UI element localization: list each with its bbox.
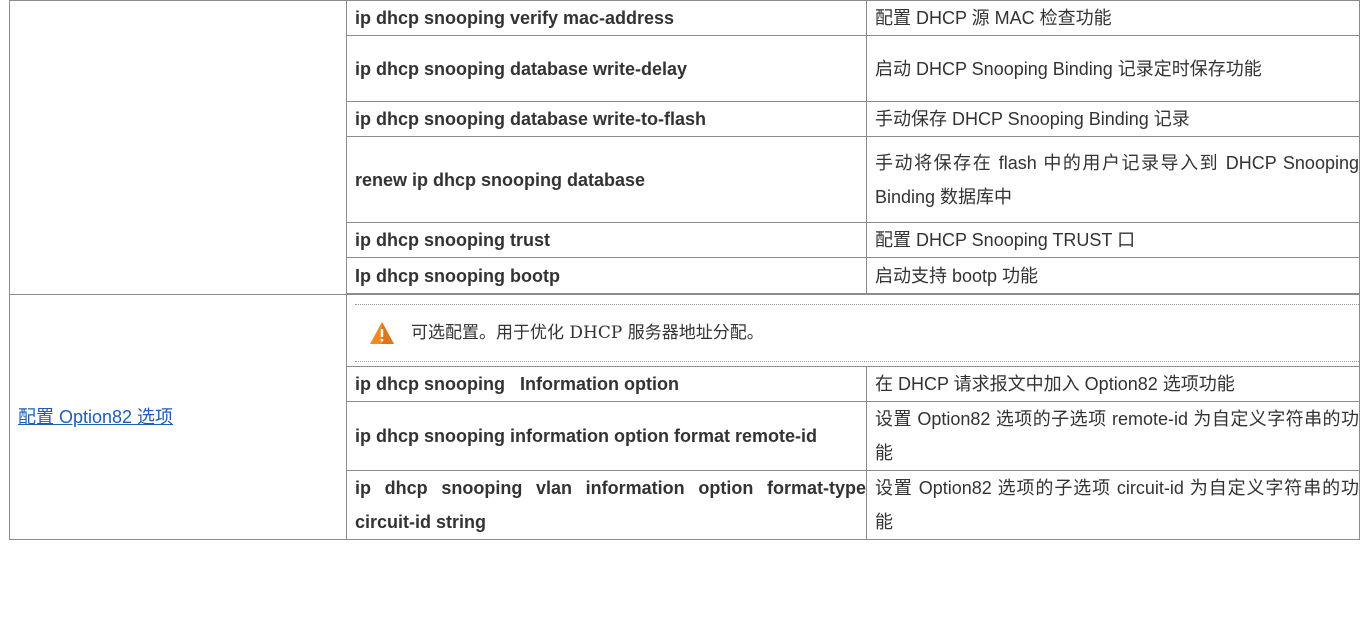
- note-text: 可选配置。用于优化 DHCP 服务器地址分配。: [411, 322, 764, 343]
- command-cell: ip dhcp snooping database write-to-flash: [346, 101, 867, 137]
- command-cell: ip dhcp snooping Information option: [346, 366, 867, 402]
- optional-config-note: 可选配置。用于优化 DHCP 服务器地址分配。: [355, 303, 1359, 362]
- description-cell: 配置 DHCP 源 MAC 检查功能: [866, 0, 1360, 36]
- description-cell: 设置 Option82 选项的子选项 remote-id 为自定义字符串的功能: [866, 401, 1360, 471]
- description-cell: 手动将保存在 flash 中的用户记录导入到 DHCP Snooping Bin…: [866, 136, 1360, 223]
- note-cell: 可选配置。用于优化 DHCP 服务器地址分配。: [346, 294, 1360, 367]
- command-cell: Ip dhcp snooping bootp: [346, 257, 867, 294]
- description-cell: 配置 DHCP Snooping TRUST 口: [866, 222, 1360, 258]
- command-table: ip dhcp snooping verify mac-address 配置 D…: [9, 0, 1360, 540]
- warning-triangle-icon: [369, 321, 395, 345]
- command-cell: renew ip dhcp snooping database: [346, 136, 867, 223]
- command-cell: ip dhcp snooping information option form…: [346, 401, 867, 471]
- description-cell: 启动 DHCP Snooping Binding 记录定时保存功能: [866, 35, 1360, 102]
- table-row: 配置 Option82 选项 可选配置。用于优化 DHCP 服务器地址分配。: [9, 294, 1360, 540]
- command-cell: ip dhcp snooping trust: [346, 222, 867, 258]
- group-cell-option82: 配置 Option82 选项: [9, 294, 347, 540]
- option82-config-link[interactable]: 配置 Option82 选项: [18, 407, 173, 427]
- command-cell: ip dhcp snooping vlan information option…: [346, 470, 867, 540]
- description-cell: 在 DHCP 请求报文中加入 Option82 选项功能: [866, 366, 1360, 402]
- description-cell: 手动保存 DHCP Snooping Binding 记录: [866, 101, 1360, 137]
- description-cell: 启动支持 bootp 功能: [866, 257, 1360, 294]
- command-cell: ip dhcp snooping database write-delay: [346, 35, 867, 102]
- command-table-page: ip dhcp snooping verify mac-address 配置 D…: [9, 0, 1360, 626]
- description-cell: 设置 Option82 选项的子选项 circuit-id 为自定义字符串的功能: [866, 470, 1360, 540]
- group-cell-empty: [9, 0, 347, 295]
- table-row: ip dhcp snooping verify mac-address 配置 D…: [9, 0, 1360, 295]
- command-cell: ip dhcp snooping verify mac-address: [346, 0, 867, 36]
